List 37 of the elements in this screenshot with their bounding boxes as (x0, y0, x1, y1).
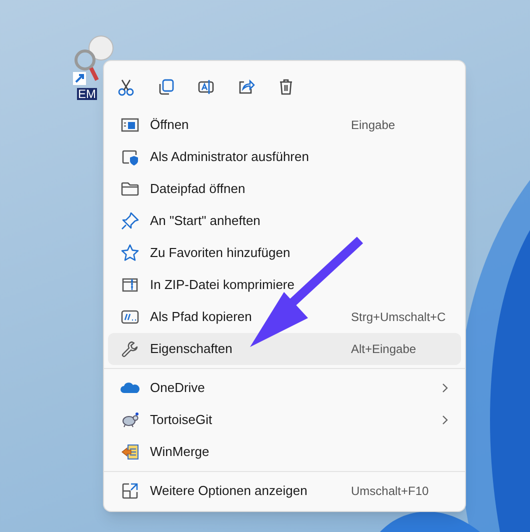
menu-item-label: An "Start" anheften (150, 212, 262, 230)
menu-item-label: OneDrive (150, 379, 206, 398)
rename-icon (196, 77, 216, 97)
menu-item-label: Eigenschaften (150, 340, 234, 358)
menu-item[interactable]: Als Pfad kopieren Strg+Umschalt+C (108, 301, 461, 333)
menu-item[interactable]: OneDrive (108, 372, 461, 404)
menu-item-label: Als Pfad kopieren (150, 308, 253, 326)
turtle-icon (120, 410, 140, 430)
shortcut-text: Alt+Eingabe (351, 341, 418, 358)
menu-item-label: TortoiseGit (150, 411, 214, 430)
menu-item[interactable]: Dateipfad öffnen (108, 173, 461, 205)
cut-icon (116, 77, 136, 97)
menu-item[interactable]: TortoiseGit (108, 404, 461, 436)
wrench-icon (120, 339, 140, 359)
menu-item-label: Dateipfad öffnen (150, 180, 246, 198)
menu-item-label: WinMerge (150, 443, 210, 462)
menu-item-label: Zu Favoriten hinzufügen (150, 244, 292, 262)
shortcut-text: Umschalt+F10 (351, 483, 430, 500)
compare-documents-icon (120, 442, 140, 462)
menu-item-label: Als Administrator ausführen (150, 148, 310, 166)
menu-item[interactable]: In ZIP-Datei komprimiere (108, 269, 461, 301)
open-external-icon (120, 481, 140, 501)
pin-icon (120, 211, 140, 231)
menu-item[interactable]: Eigenschaften Alt+Eingabe (108, 333, 461, 365)
shortcut-text: Strg+Umschalt+C (351, 309, 447, 326)
menu-item[interactable]: Zu Favoriten hinzufügen (108, 237, 461, 269)
menu-item[interactable]: An "Start" anheften (108, 205, 461, 237)
menu-item-label: In ZIP-Datei komprimiere (150, 276, 296, 294)
desktop-icon-label: EM (77, 88, 97, 100)
menu-item-label: Weitere Optionen anzeigen (150, 482, 308, 500)
shortcut-text: Eingabe (351, 117, 396, 134)
menu-item[interactable]: WinMerge (108, 436, 461, 468)
star-icon (120, 243, 140, 263)
menu-item[interactable]: Als Administrator ausführen (108, 141, 461, 173)
menu-item[interactable]: Weitere Optionen anzeigen Umschalt+F10 (108, 475, 461, 507)
menu-item-label: Öffnen (150, 116, 190, 134)
menu-item[interactable]: Öffnen Eingabe (108, 109, 461, 141)
